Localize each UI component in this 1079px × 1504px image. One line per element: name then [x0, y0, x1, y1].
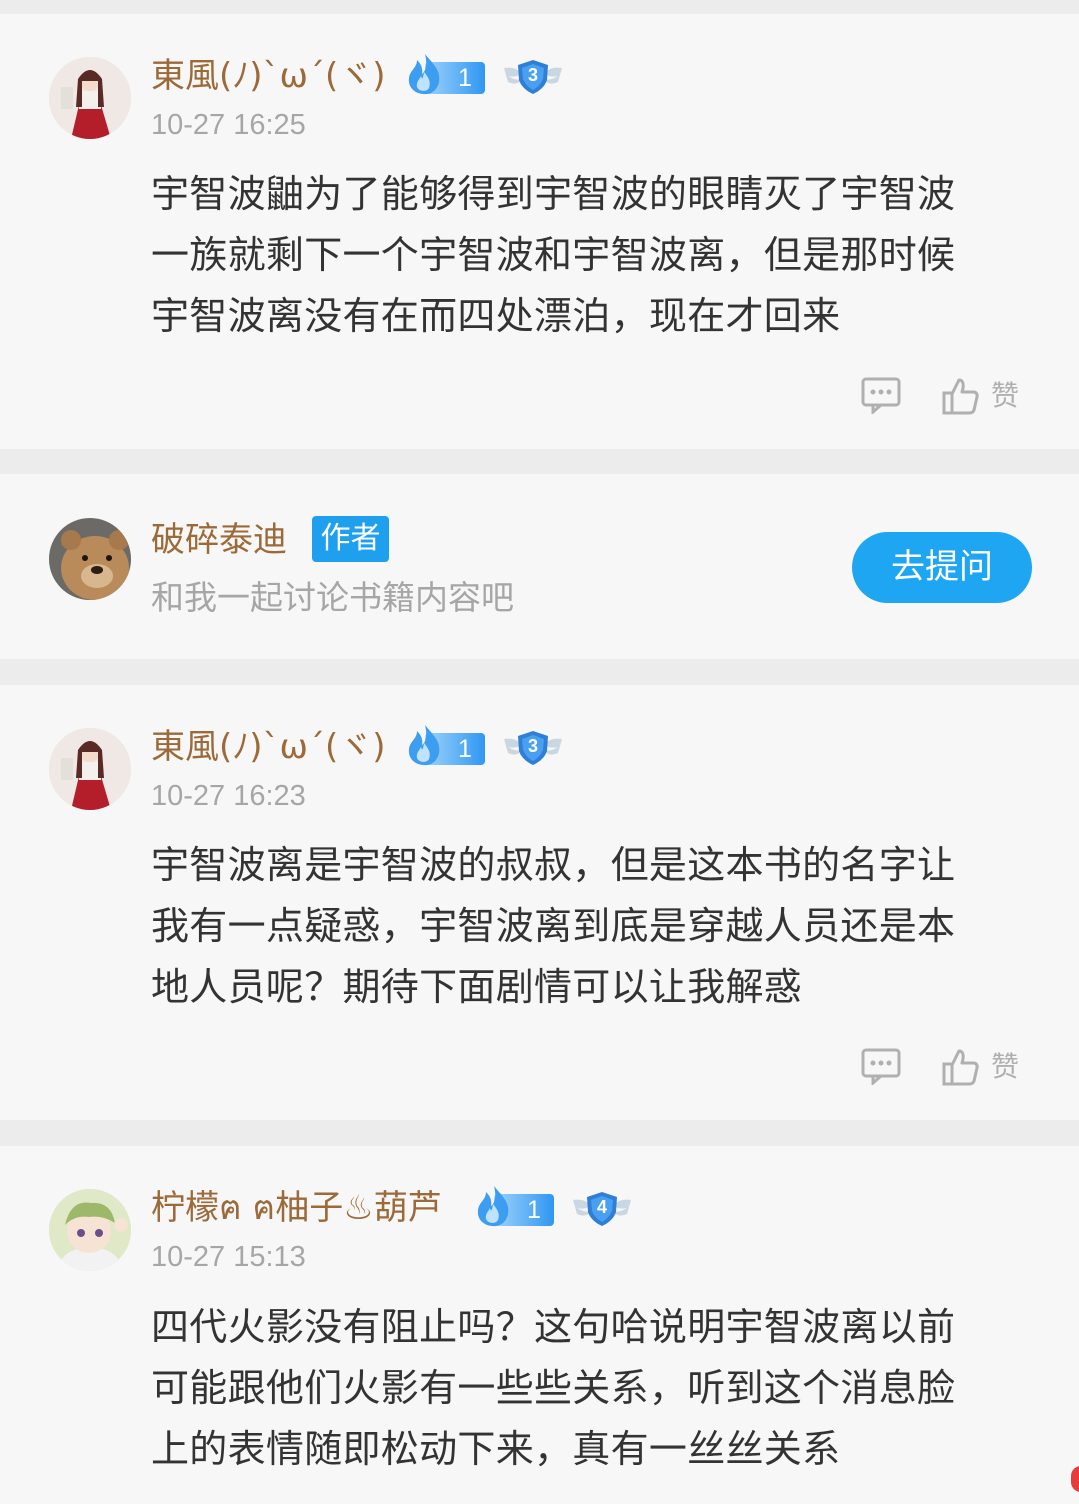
avatar[interactable] — [49, 57, 131, 139]
user-level-number: 4 — [596, 1197, 607, 1217]
comment-bubble-icon — [861, 377, 901, 416]
user-level-badge: 3 — [502, 727, 564, 767]
comment-line: 宇智波鼬为了能够得到宇智波的眼睛灭了宇智波 — [151, 172, 956, 216]
comment-time: 10-27 16:25 — [151, 109, 306, 141]
username[interactable]: 東風(ﾉ)`ω´(ヾ) — [151, 727, 386, 767]
comment-actions: 赞 — [861, 376, 1031, 416]
notification-dot[interactable] — [1071, 1466, 1079, 1492]
comment-line: 四代火影没有阻止吗？这句哈说明宇智波离以前 — [151, 1305, 956, 1349]
user-level-badge: 3 — [502, 56, 564, 96]
user-level-number: 3 — [527, 736, 538, 756]
username[interactable]: 東風(ﾉ)`ω´(ヾ) — [151, 56, 386, 96]
anime-girl-avatar-icon — [49, 728, 131, 810]
flame-icon — [477, 1186, 509, 1227]
comment-line: 一族就剩下一个宇智波和宇智波离，但是那时候 — [151, 233, 956, 277]
avatar[interactable] — [49, 728, 131, 810]
comment-line: 地人员呢？期待下面剧情可以让我解惑 — [151, 965, 803, 1009]
reply-button[interactable] — [861, 376, 901, 418]
flame-icon — [408, 725, 440, 766]
comment-card-2: 東風(ﾉ)`ω´(ヾ) 1 3 10-27 16:23 宇智波离是宇智波的叔叔，… — [0, 685, 1079, 1120]
like-button[interactable] — [941, 1047, 981, 1091]
comment-card-1: 東風(ﾉ)`ω´(ヾ) 1 3 10-27 16:25 宇智波鼬为了能够得到宇智… — [0, 14, 1079, 449]
comment-text: 宇智波鼬为了能够得到宇智波的眼睛灭了宇智波 一族就剩下一个宇智波和宇智波离，但是… — [151, 164, 1035, 347]
comment-line: 宇智波离是宇智波的叔叔，但是这本书的名字让 — [151, 843, 956, 887]
comment-text: 宇智波离是宇智波的叔叔，但是这本书的名字让 我有一点疑惑，宇智波离到底是穿越人员… — [151, 835, 1035, 1018]
teddy-bear-avatar-icon — [49, 518, 131, 600]
like-label[interactable]: 赞 — [991, 1049, 1019, 1085]
author-name[interactable]: 破碎泰迪 — [151, 520, 287, 560]
comment-line: 宇智波离没有在而四处漂泊，现在才回来 — [151, 294, 841, 338]
like-label[interactable]: 赞 — [991, 378, 1019, 414]
flame-icon — [408, 54, 440, 95]
fan-level-badge: 1 — [474, 1186, 554, 1228]
avatar[interactable] — [49, 1189, 131, 1271]
ask-question-button[interactable]: 去提问 — [852, 532, 1032, 603]
author-tag: 作者 — [312, 516, 389, 562]
anime-girl-avatar-icon — [49, 57, 131, 139]
comment-line: 可能跟他们火影有一些些关系，听到这个消息脸 — [151, 1366, 956, 1410]
user-level-badge: 4 — [571, 1188, 633, 1228]
fan-level-badge: 1 — [405, 725, 485, 767]
fan-level-badge: 1 — [405, 54, 485, 96]
anime-boy-avatar-icon — [49, 1189, 131, 1271]
comment-time: 10-27 16:23 — [151, 780, 306, 812]
reply-button[interactable] — [861, 1047, 901, 1089]
comment-line: 我有一点疑惑，宇智波离到底是穿越人员还是本 — [151, 904, 956, 948]
author-subtitle: 和我一起讨论书籍内容吧 — [151, 578, 514, 617]
author-avatar[interactable] — [49, 518, 131, 600]
thumbs-up-icon — [942, 378, 979, 415]
user-level-number: 3 — [527, 65, 538, 85]
like-button[interactable] — [941, 376, 981, 420]
fan-level-number: 1 — [527, 1196, 541, 1224]
fan-level-number: 1 — [458, 735, 472, 763]
comment-line: 上的表情随即松动下来，真有一丝丝关系 — [151, 1427, 841, 1471]
comment-actions: 赞 — [861, 1047, 1031, 1087]
username[interactable]: 柠檬ฅ ฅ柚子♨葫芦 — [151, 1188, 442, 1228]
thumbs-up-icon — [942, 1049, 979, 1086]
comment-time: 10-27 15:13 — [151, 1241, 306, 1273]
comment-card-3: 柠檬ฅ ฅ柚子♨葫芦 1 4 10-27 15:13 四代火影没有阻止吗？这句哈… — [0, 1146, 1079, 1504]
fan-level-number: 1 — [458, 64, 472, 92]
comment-bubble-icon — [861, 1048, 901, 1087]
comment-text: 四代火影没有阻止吗？这句哈说明宇智波离以前 可能跟他们火影有一些些关系，听到这个… — [151, 1297, 1035, 1480]
